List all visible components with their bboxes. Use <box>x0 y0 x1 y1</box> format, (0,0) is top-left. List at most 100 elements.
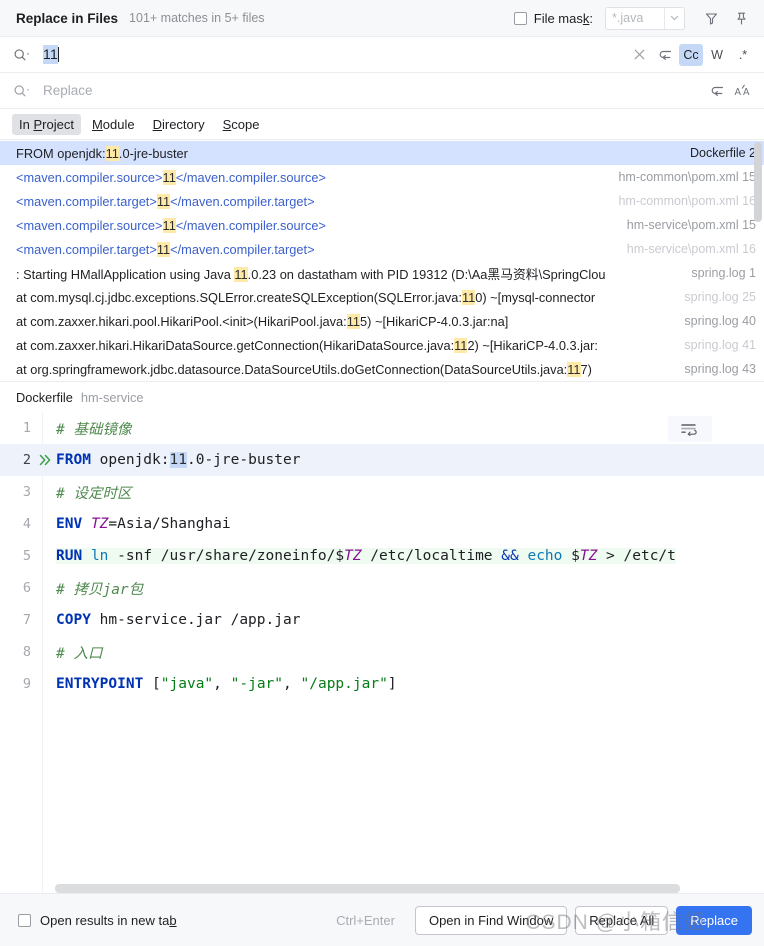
replace-button[interactable]: Replace <box>676 905 752 935</box>
replace-input[interactable]: Replace <box>35 73 705 108</box>
code-line-text: # 入口 <box>54 642 764 663</box>
soft-wrap-icon[interactable] <box>668 416 712 442</box>
result-text-fragment: <maven.compiler.source> <box>16 169 163 185</box>
tab-in-project[interactable]: In Project <box>12 113 81 135</box>
result-row[interactable]: <maven.compiler.target>11</maven.compile… <box>0 189 764 213</box>
line-number: 6 <box>22 580 31 596</box>
code-preview-editor[interactable]: 1 # 基础镜像 2 FROM openjdk:11.0-jre-buster 3 # 设… <box>0 412 764 893</box>
line-number: 1 <box>22 420 31 436</box>
code-token: TZ <box>579 548 598 564</box>
line-number: 9 <box>22 676 31 692</box>
result-row[interactable]: at com.zaxxer.hikari.HikariDataSource.ge… <box>0 333 764 357</box>
code-token: # 设定时区 <box>56 485 132 502</box>
result-text-fragment: at com.mysql.cj.jdbc.exceptions.SQLError… <box>16 289 462 305</box>
shortcut-hint: Ctrl+Enter <box>336 912 395 928</box>
code-token: "-jar" <box>230 676 284 692</box>
result-text-fragment: </maven.compiler.target> <box>170 193 315 209</box>
tab-module[interactable]: Module <box>85 114 142 135</box>
open-in-find-window-button[interactable]: Open in Find Window <box>414 905 568 935</box>
code-token: # 拷贝jar包 <box>56 581 144 598</box>
code-token: , <box>283 676 301 692</box>
new-line-toggle[interactable] <box>705 80 729 102</box>
dialog-footer: Open results in new tab Ctrl+Enter Open … <box>0 893 764 946</box>
result-row-text: at com.zaxxer.hikari.HikariDataSource.ge… <box>16 337 674 353</box>
code-token: # 入口 <box>56 645 103 662</box>
svg-text:A: A <box>743 87 750 98</box>
result-row[interactable]: <maven.compiler.target>11</maven.compile… <box>0 237 764 261</box>
code-line[interactable]: 1 # 基础镜像 <box>0 412 764 444</box>
result-row[interactable]: at com.zaxxer.hikari.pool.HikariPool.<in… <box>0 309 764 333</box>
code-line[interactable]: 7 COPY hm-service.jar /app.jar <box>0 604 764 636</box>
docker-run-icon[interactable] <box>36 453 54 467</box>
preserve-case-toggle[interactable]: A A <box>731 80 755 102</box>
editor-horizontal-scrollbar[interactable] <box>55 884 680 893</box>
result-row-file: Dockerfile 2 <box>690 146 756 160</box>
code-token: ln <box>90 548 109 564</box>
new-line-toggle[interactable] <box>653 44 677 66</box>
tab-scope[interactable]: Scope <box>216 114 267 135</box>
replace-all-button[interactable]: Replace All <box>575 905 669 935</box>
search-icon[interactable] <box>13 48 35 62</box>
result-text-fragment: <maven.compiler.target> <box>16 241 157 257</box>
result-row-text: at com.zaxxer.hikari.pool.HikariPool.<in… <box>16 313 674 329</box>
result-row-text: <maven.compiler.target>11</maven.compile… <box>16 193 608 209</box>
result-row-file: hm-service\pom.xml 16 <box>626 242 756 256</box>
replace-field-row[interactable]: Replace A A <box>0 73 764 109</box>
line-number: 2 <box>22 452 31 468</box>
result-text-fragment: </maven.compiler.target> <box>170 241 315 257</box>
line-number: 7 <box>22 612 31 628</box>
match-highlight: 11 <box>567 361 581 377</box>
code-line[interactable]: 6 # 拷贝jar包 <box>0 572 764 604</box>
result-row[interactable]: : Starting HMallApplication using Java 1… <box>0 261 764 285</box>
code-token: && <box>501 548 519 564</box>
file-mask-checkbox[interactable] <box>513 11 527 25</box>
code-line-text: ENTRYPOINT ["java", "-jar", "/app.jar"] <box>54 676 764 692</box>
match-highlight: 11 <box>162 217 176 233</box>
file-mask-combo[interactable]: *.java <box>605 6 685 30</box>
result-row-file: hm-service\pom.xml 15 <box>626 218 756 232</box>
filter-funnel-icon[interactable] <box>698 5 724 31</box>
match-case-toggle[interactable]: Cc <box>679 43 703 66</box>
regex-toggle[interactable]: .* <box>731 44 755 66</box>
open-results-new-tab-checkbox[interactable] <box>18 913 31 927</box>
replace-actions: A A <box>705 80 755 102</box>
code-line[interactable]: 9 ENTRYPOINT ["java", "-jar", "/app.jar"] <box>0 668 764 700</box>
tab-directory[interactable]: Directory <box>146 114 212 135</box>
result-row[interactable]: at org.springframework.jdbc.datasource.D… <box>0 357 764 381</box>
line-number: 5 <box>22 548 31 564</box>
open-results-new-tab-group[interactable]: Open results in new tab <box>18 913 177 928</box>
code-token: ] <box>387 676 397 692</box>
code-line[interactable]: 3 # 设定时区 <box>0 476 764 508</box>
result-text-fragment: 0) ~[mysql-connector <box>475 289 596 305</box>
search-field-row[interactable]: 11 Cc W .* <box>0 37 764 73</box>
code-token: $ <box>562 548 580 564</box>
dialog-header: Replace in Files 101+ matches in 5+ file… <box>0 0 764 37</box>
chevron-down-icon[interactable] <box>664 7 684 29</box>
header-icon-group <box>698 5 754 31</box>
result-row[interactable]: at com.mysql.cj.jdbc.exceptions.SQLError… <box>0 285 764 309</box>
code-token: [ <box>143 676 161 692</box>
replace-input-placeholder: Replace <box>43 83 93 98</box>
search-input[interactable]: 11 <box>35 37 627 72</box>
results-scrollbar[interactable] <box>754 142 762 222</box>
result-text-fragment: at com.zaxxer.hikari.HikariDataSource.ge… <box>16 337 455 353</box>
file-mask-group: File mask: *.java <box>513 6 685 30</box>
code-line[interactable]: 4 ENV TZ=Asia/Shanghai <box>0 508 764 540</box>
code-token: =Asia/Shanghai <box>108 516 231 532</box>
code-line-text: ENV TZ=Asia/Shanghai <box>54 516 764 532</box>
code-line[interactable]: 5 RUN ln -snf /usr/share/zoneinfo/$TZ /et… <box>0 540 764 572</box>
replace-search-icon[interactable] <box>13 84 35 98</box>
dialog-title: Replace in Files <box>16 10 119 26</box>
result-row[interactable]: FROM openjdk:11.0-jre-buster Dockerfile 2 <box>0 141 764 165</box>
result-text-fragment: 7) <box>580 361 592 377</box>
code-line[interactable]: 8 # 入口 <box>0 636 764 668</box>
search-results-list[interactable]: FROM openjdk:11.0-jre-buster Dockerfile 2… <box>0 140 764 382</box>
result-row[interactable]: <maven.compiler.source>11</maven.compile… <box>0 165 764 189</box>
clear-search-icon[interactable] <box>627 44 651 66</box>
words-toggle[interactable]: W <box>705 44 729 66</box>
result-row[interactable]: <maven.compiler.source>11</maven.compile… <box>0 213 764 237</box>
code-line-text: RUN ln -snf /usr/share/zoneinfo/$TZ /etc… <box>54 548 764 564</box>
pin-icon[interactable] <box>728 5 754 31</box>
code-line[interactable]: 2 FROM openjdk:11.0-jre-buster <box>0 444 764 476</box>
